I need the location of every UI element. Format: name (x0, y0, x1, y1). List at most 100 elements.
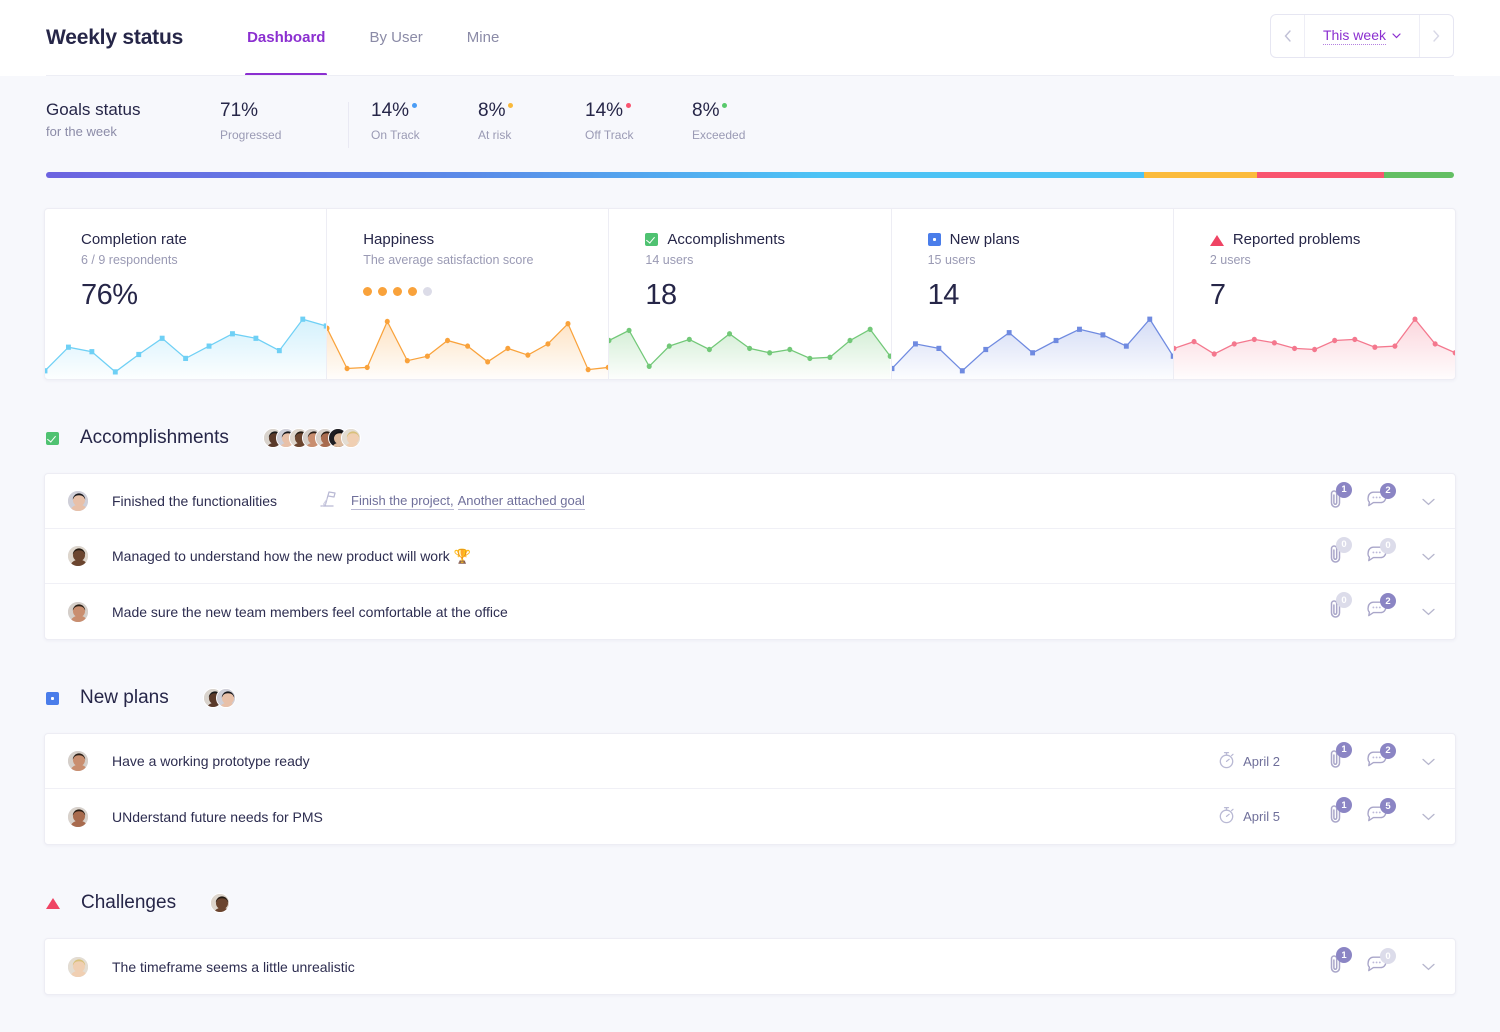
stopwatch-icon (1218, 751, 1235, 772)
avatar[interactable] (67, 805, 89, 828)
tab-by-user[interactable]: By User (369, 0, 422, 76)
list-item[interactable]: Finished the functionalities Finish the p… (45, 474, 1455, 529)
stat-exceeded: 8% Exceeded (692, 100, 799, 142)
avatar[interactable] (67, 545, 89, 567)
list-item[interactable]: Managed to understand how the new produc… (45, 529, 1455, 584)
green-check-icon (645, 233, 659, 246)
attachment-count: 0 (1336, 536, 1352, 553)
stat-progressed-value: 71% (220, 100, 259, 121)
card-completion-rate-title: Completion rate (81, 231, 187, 248)
stat-at-risk-value: 8% (478, 100, 506, 121)
comment-bubble-icon[interactable]: 2 (1366, 742, 1396, 773)
tab-mine[interactable]: Mine (467, 0, 500, 76)
list-item[interactable]: UNderstand future needs for PMS April 5 1 5 (45, 789, 1455, 844)
list-item-actions: 00 (1306, 536, 1435, 569)
list-challenges: The timeframe seems a little unrealistic… (44, 938, 1456, 995)
paperclip-icon[interactable]: 1 (1328, 947, 1352, 979)
goals-status-section: Goals status for the week 71% Progressed… (0, 76, 1500, 148)
section-title-accomplishments: Accomplishments (80, 427, 229, 448)
chevron-down-icon[interactable] (1422, 549, 1435, 564)
list-item-actions: April 5 1 5 (1218, 797, 1435, 829)
attachment-count: 0 (1336, 592, 1352, 608)
list-item[interactable]: Made sure the new team members feel comf… (45, 584, 1455, 639)
chevron-down-icon[interactable] (1422, 754, 1435, 769)
card-new-plans: New plans 15 users 14 (891, 209, 1174, 379)
card-completion-rate-subtitle: 6 / 9 respondents (81, 253, 178, 267)
due-date: April 2 (1218, 751, 1280, 772)
sparkline-accomplishments (609, 307, 891, 379)
progress-segment-off-track (1256, 172, 1384, 178)
avatar[interactable] (67, 600, 89, 623)
chevron-right-icon[interactable] (1419, 15, 1453, 57)
chevron-left-icon[interactable] (1271, 15, 1305, 57)
metric-card-row: Completion rate 6 / 9 respondents 76% Ha… (44, 208, 1456, 380)
sparkline-reported-problems (1173, 307, 1455, 379)
on-track-dot-icon (412, 103, 418, 108)
stats-divider (348, 102, 349, 148)
chevron-down-icon[interactable] (1422, 604, 1435, 619)
goal-link[interactable]: Another attached goal (457, 493, 585, 510)
tab-bar: Dashboard By User Mine (245, 0, 543, 76)
goals-progress-bar (46, 172, 1454, 178)
list-item-text: Made sure the new team members feel comf… (112, 603, 508, 620)
flag-goal-icon (320, 490, 336, 507)
card-accomplishments-subtitle: 14 users (645, 253, 694, 267)
comment-bubble-icon[interactable]: 2 (1366, 593, 1396, 623)
comment-bubble-icon[interactable]: 2 (1366, 482, 1396, 513)
blue-square-icon (46, 691, 59, 705)
progress-segment-at-risk (1144, 172, 1257, 178)
comment-count: 0 (1380, 537, 1396, 554)
section-accomplishments: Accomplishments Finished the functionalit… (44, 416, 1456, 640)
section-challenges: Challenges The timeframe seems a little u… (44, 881, 1456, 995)
comment-bubble-icon[interactable]: 0 (1366, 537, 1396, 568)
goal-link[interactable]: Finish the project, (351, 493, 454, 510)
paperclip-icon[interactable]: 1 (1328, 797, 1352, 829)
goals-status-title: Goals status (46, 100, 141, 119)
list-item[interactable]: Have a working prototype ready April 2 1 2 (45, 734, 1455, 789)
avatar[interactable] (215, 688, 236, 708)
list-item-text: Have a working prototype ready (112, 753, 310, 769)
list-item-text: Finished the functionalities (112, 493, 277, 509)
paperclip-icon[interactable]: 1 (1328, 741, 1352, 774)
list-new-plans: Have a working prototype ready April 2 1 2 U… (44, 733, 1456, 845)
card-reported-problems: Reported problems 2 users 7 (1173, 209, 1455, 379)
list-item-text: UNderstand future needs for PMS (112, 808, 323, 825)
status-sections: Accomplishments Finished the functionalit… (0, 416, 1500, 995)
section-header-challenges: Challenges (44, 881, 1456, 925)
card-happiness-title: Happiness (363, 231, 435, 248)
chevron-down-icon[interactable] (1422, 494, 1435, 509)
comment-bubble-icon[interactable]: 0 (1366, 948, 1396, 978)
week-label-button[interactable]: This week (1305, 15, 1419, 57)
sparkline-new-plans (891, 307, 1173, 379)
avatar[interactable] (67, 750, 89, 772)
avatar[interactable] (210, 893, 231, 913)
attachment-count: 1 (1336, 741, 1352, 758)
card-reported-problems-subtitle: 2 users (1209, 253, 1251, 267)
paperclip-icon[interactable]: 0 (1328, 536, 1352, 569)
tab-dashboard[interactable]: Dashboard (245, 0, 328, 76)
chevron-down-icon[interactable] (1422, 959, 1435, 974)
list-item-actions: 12 (1306, 481, 1435, 514)
list-item[interactable]: The timeframe seems a little unrealistic… (45, 939, 1455, 994)
week-selector: This week (1269, 14, 1454, 58)
avatar[interactable] (67, 490, 89, 512)
happiness-dot-2 (378, 287, 388, 296)
stat-on-track: 14% On Track (371, 100, 478, 142)
paperclip-icon[interactable]: 0 (1328, 592, 1352, 624)
list-item-text: Managed to understand how the new produc… (112, 547, 472, 564)
chevron-down-icon[interactable] (1422, 809, 1435, 824)
sparkline-happiness (327, 307, 609, 379)
avatar[interactable] (67, 955, 89, 978)
chevron-down-icon (1392, 30, 1401, 42)
avatar[interactable] (340, 428, 361, 448)
stat-off-track-label: Off Track (585, 128, 634, 142)
section-new-plans: New plans Have a working prototype ready A… (44, 676, 1456, 845)
attachment-count: 1 (1336, 947, 1352, 963)
paperclip-icon[interactable]: 1 (1328, 481, 1352, 514)
comment-bubble-icon[interactable]: 5 (1366, 798, 1396, 828)
list-accomplishments: Finished the functionalities Finish the p… (44, 473, 1456, 640)
happiness-score-dots (363, 287, 608, 296)
stat-off-track-value: 14% (585, 100, 624, 121)
comment-count: 2 (1380, 742, 1396, 759)
list-item-actions: 10 (1306, 947, 1435, 979)
